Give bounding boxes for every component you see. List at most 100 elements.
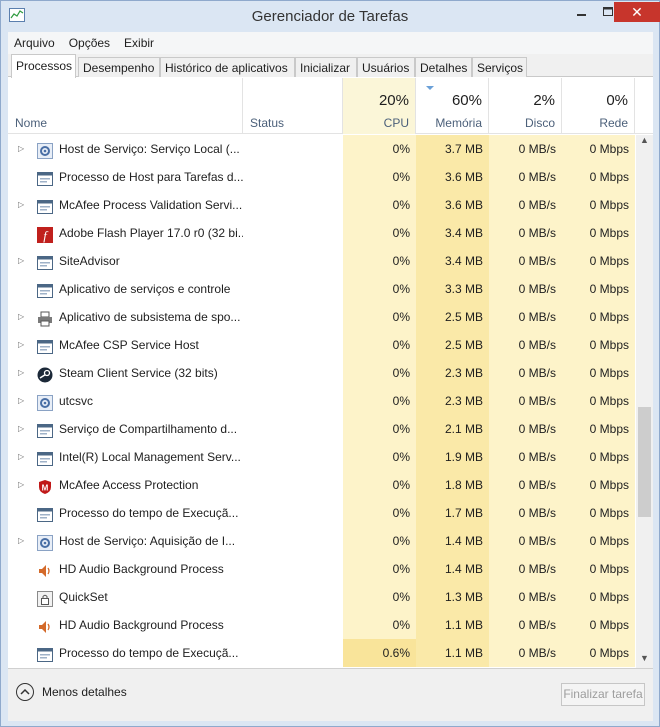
network-total-percent: 0%: [606, 92, 628, 109]
window-app-icon: [37, 169, 53, 186]
process-row[interactable]: f Adobe Flash Player 17.0 r0 (32 bi... 0% 3…: [8, 219, 635, 247]
process-row[interactable]: ▷ Serviço de Compartilhamento d... 0% 2.1 M…: [8, 415, 635, 443]
column-name[interactable]: Nome: [8, 78, 243, 134]
process-name: QuickSet: [59, 590, 108, 604]
menu-arquivo[interactable]: Arquivo: [14, 36, 55, 50]
column-status[interactable]: Status: [243, 78, 343, 134]
scroll-thumb[interactable]: [638, 407, 651, 517]
process-cpu: 0%: [343, 135, 416, 163]
scroll-down-icon[interactable]: ▼: [636, 653, 653, 668]
process-row[interactable]: ▷ M McAfee Access Protection 0% 1.8 MB 0 MB/s…: [8, 471, 635, 499]
expand-chevron-icon[interactable]: ▷: [18, 443, 28, 471]
less-details-label: Menos detalhes: [42, 685, 127, 699]
column-memory[interactable]: 60% Memória: [416, 78, 489, 134]
process-name: Processo de Host para Tarefas d...: [59, 170, 243, 184]
process-memory: 1.9 MB: [416, 443, 489, 471]
less-details-button[interactable]: Menos detalhes: [16, 683, 127, 701]
process-row[interactable]: Aplicativo de serviços e controle 0% 3.3 M…: [8, 275, 635, 303]
process-memory: 2.5 MB: [416, 303, 489, 331]
process-row[interactable]: Processo do tempo de Execuçã... 0.6% 1.1 M…: [8, 639, 635, 667]
process-network: 0 Mbps: [562, 387, 635, 415]
expand-chevron-icon[interactable]: ▷: [18, 527, 28, 555]
process-memory: 3.6 MB: [416, 163, 489, 191]
process-memory: 1.3 MB: [416, 583, 489, 611]
process-name: utcsvc: [59, 394, 94, 408]
expand-chevron-icon[interactable]: ▷: [18, 247, 28, 275]
process-cpu: 0%: [343, 331, 416, 359]
process-disk: 0 MB/s: [489, 247, 562, 275]
process-cpu: 0%: [343, 163, 416, 191]
tab-historico-aplicativos[interactable]: Histórico de aplicativos: [160, 57, 295, 77]
process-network: 0 Mbps: [562, 583, 635, 611]
expand-chevron-icon[interactable]: ▷: [18, 331, 28, 359]
column-cpu[interactable]: 20% CPU: [343, 78, 416, 134]
process-memory: 1.8 MB: [416, 471, 489, 499]
close-button[interactable]: ✕: [614, 2, 660, 22]
tab-inicializar[interactable]: Inicializar: [295, 57, 357, 77]
gear-icon: [37, 141, 53, 159]
expand-chevron-icon[interactable]: ▷: [18, 471, 28, 499]
process-cpu: 0%: [343, 219, 416, 247]
process-network: 0 Mbps: [562, 415, 635, 443]
process-row[interactable]: ▷ Host de Serviço: Serviço Local (... 0% 3.…: [8, 135, 635, 163]
menu-exibir[interactable]: Exibir: [124, 36, 154, 50]
row-spacer: [18, 639, 28, 667]
column-disk[interactable]: 2% Disco: [489, 78, 562, 134]
expand-chevron-icon[interactable]: ▷: [18, 387, 28, 415]
expand-chevron-icon[interactable]: ▷: [18, 415, 28, 443]
expand-chevron-icon[interactable]: ▷: [18, 191, 28, 219]
process-disk: 0 MB/s: [489, 415, 562, 443]
process-row[interactable]: ▷ utcsvc 0% 2.3 MB 0 MB/s 0 Mbps: [8, 387, 635, 415]
process-network: 0 Mbps: [562, 443, 635, 471]
tab-usuarios[interactable]: Usuários: [357, 57, 415, 77]
process-disk: 0 MB/s: [489, 499, 562, 527]
process-row[interactable]: ▷ Intel(R) Local Management Serv... 0% 1.9 …: [8, 443, 635, 471]
sort-descending-icon: [426, 86, 434, 90]
process-disk: 0 MB/s: [489, 611, 562, 639]
process-row[interactable]: ▷ Aplicativo de subsistema de spo... 0% 2.5…: [8, 303, 635, 331]
process-memory: 2.3 MB: [416, 359, 489, 387]
row-spacer: [18, 275, 28, 303]
process-disk: 0 MB/s: [489, 303, 562, 331]
process-name: Processo do tempo de Execuçã...: [59, 506, 239, 520]
process-name: McAfee CSP Service Host: [59, 338, 199, 352]
process-network: 0 Mbps: [562, 191, 635, 219]
tab-servicos[interactable]: Serviços: [472, 57, 527, 77]
expand-chevron-icon[interactable]: ▷: [18, 135, 28, 163]
tab-detalhes[interactable]: Detalhes: [415, 57, 472, 77]
window-app-icon: [37, 337, 53, 354]
speaker-icon: [37, 617, 53, 633]
tab-desempenho[interactable]: Desempenho: [78, 57, 160, 77]
end-task-button[interactable]: Finalizar tarefa: [561, 683, 645, 706]
process-row[interactable]: QuickSet 0% 1.3 MB 0 MB/s 0 Mbps: [8, 583, 635, 611]
process-row[interactable]: ▷ McAfee Process Validation Servi... 0% 3.6…: [8, 191, 635, 219]
column-status-label: Status: [250, 116, 285, 130]
process-memory: 1.4 MB: [416, 527, 489, 555]
process-row[interactable]: ▷ Steam Client Service (32 bits) 0% 2.3 MB 0…: [8, 359, 635, 387]
process-row[interactable]: ▷ SiteAdvisor 0% 3.4 MB 0 MB/s 0 Mbps: [8, 247, 635, 275]
vertical-scrollbar[interactable]: ▲ ▼: [636, 135, 653, 668]
process-name: McAfee Access Protection: [59, 478, 199, 492]
expand-chevron-icon[interactable]: ▷: [18, 359, 28, 387]
column-network[interactable]: 0% Rede: [562, 78, 635, 134]
process-row[interactable]: Processo de Host para Tarefas d... 0% 3.6 …: [8, 163, 635, 191]
menu-opcoes[interactable]: Opções: [69, 36, 110, 50]
process-network: 0 Mbps: [562, 639, 635, 667]
window-title: Gerenciador de Tarefas: [251, 8, 409, 25]
process-cpu: 0%: [343, 191, 416, 219]
process-row[interactable]: ▷ Host de Serviço: Aquisição de I... 0% 1.4…: [8, 527, 635, 555]
tab-processos[interactable]: Processos: [11, 54, 76, 78]
scroll-up-icon[interactable]: ▲: [636, 135, 653, 150]
steam-icon: [37, 365, 53, 383]
column-header: Nome Status 20% CPU 60% Memória 2% Disco…: [8, 78, 653, 134]
process-row[interactable]: Processo do tempo de Execuçã... 0% 1.7 MB 0…: [8, 499, 635, 527]
process-disk: 0 MB/s: [489, 359, 562, 387]
process-row[interactable]: HD Audio Background Process 0% 1.1 MB 0 MB/…: [8, 611, 635, 639]
column-memory-label: Memória: [435, 116, 482, 130]
process-cpu: 0%: [343, 583, 416, 611]
minimize-button[interactable]: [569, 2, 595, 22]
title-bar[interactable]: Gerenciador de Tarefas ✕: [1, 1, 660, 32]
process-row[interactable]: HD Audio Background Process 0% 1.4 MB 0 MB/…: [8, 555, 635, 583]
process-row[interactable]: ▷ McAfee CSP Service Host 0% 2.5 MB 0 MB/s 0 …: [8, 331, 635, 359]
expand-chevron-icon[interactable]: ▷: [18, 303, 28, 331]
